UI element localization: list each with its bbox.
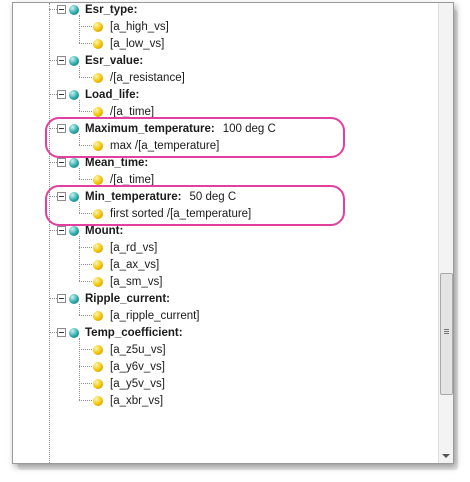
tree-leaf-label: [a_xbr_vs] xyxy=(110,394,164,407)
yellow-sphere-icon xyxy=(93,38,103,49)
tree-connector xyxy=(49,94,57,95)
tree-node-label: Mean_time: xyxy=(85,156,149,169)
highlight-oval xyxy=(45,117,345,158)
tree-connector xyxy=(79,338,80,400)
tree-connector xyxy=(79,315,92,316)
collapse-toggle-icon[interactable] xyxy=(57,328,66,337)
highlight-oval xyxy=(45,185,345,226)
tree-connector xyxy=(79,111,92,112)
tree-connector xyxy=(79,236,80,281)
tree-leaf[interactable]: [a_xbr_vs] xyxy=(93,392,163,409)
tree-leaf[interactable]: [a_high_vs] xyxy=(93,18,169,35)
tree-connector xyxy=(49,230,57,231)
tree-content: Esr_type: [a_high_vs] [a_low_vs] Esr_value:… xyxy=(13,3,439,463)
tree-connector xyxy=(49,298,57,299)
tree-connector xyxy=(79,77,92,78)
yellow-sphere-icon xyxy=(93,361,103,372)
teal-sphere-icon xyxy=(69,157,79,168)
tree-leaf-label: /[a_time] xyxy=(110,105,155,118)
teal-sphere-icon xyxy=(69,225,79,236)
scroll-down-arrow-icon[interactable] xyxy=(442,454,450,458)
tree-trunk xyxy=(49,3,50,463)
tree-node-label: Esr_value: xyxy=(85,54,144,67)
tree-connector xyxy=(79,26,92,27)
tree-connector xyxy=(79,400,92,401)
tree-connector xyxy=(79,304,80,315)
tree-node-label: Temp_coefficient: xyxy=(85,326,183,339)
tree-leaf[interactable]: /[a_resistance] xyxy=(93,69,185,86)
yellow-sphere-icon xyxy=(93,174,103,185)
tree-leaf[interactable]: [a_sm_vs] xyxy=(93,273,162,290)
yellow-sphere-icon xyxy=(93,21,103,32)
yellow-sphere-icon xyxy=(93,242,103,253)
yellow-sphere-icon xyxy=(93,259,103,270)
tree-node[interactable]: Temp_coefficient: xyxy=(57,324,183,341)
scrollbar-thumb[interactable] xyxy=(440,273,453,395)
collapse-toggle-icon[interactable] xyxy=(57,90,66,99)
tree-node[interactable]: Ripple_current: xyxy=(57,290,170,307)
tree-connector xyxy=(49,162,57,163)
yellow-sphere-icon xyxy=(93,72,103,83)
yellow-sphere-icon xyxy=(93,310,103,321)
teal-sphere-icon xyxy=(69,89,79,100)
collapse-toggle-icon[interactable] xyxy=(57,5,66,14)
tree-connector xyxy=(79,43,92,44)
collapse-toggle-icon[interactable] xyxy=(57,56,66,65)
teal-sphere-icon xyxy=(69,293,79,304)
yellow-sphere-icon xyxy=(93,395,103,406)
tree-connector xyxy=(79,100,80,111)
tree-leaf[interactable]: [a_y5v_vs] xyxy=(93,375,165,392)
tree-connector xyxy=(49,332,57,333)
tree-leaf[interactable]: [a_ripple_current] xyxy=(93,307,200,324)
tree-view[interactable]: Esr_type: [a_high_vs] [a_low_vs] Esr_value:… xyxy=(13,3,439,463)
collapse-toggle-icon[interactable] xyxy=(57,158,66,167)
collapse-toggle-icon[interactable] xyxy=(57,226,66,235)
tree-connector xyxy=(79,15,80,43)
tree-leaf-label: [a_ax_vs] xyxy=(110,258,160,271)
teal-sphere-icon xyxy=(69,327,79,338)
tree-connector xyxy=(49,9,57,10)
tree-connector xyxy=(79,281,92,282)
tree-node[interactable]: Load_life: xyxy=(57,86,139,103)
tree-connector xyxy=(79,66,80,77)
collapse-toggle-icon[interactable] xyxy=(57,294,66,303)
tree-connector xyxy=(79,179,92,180)
teal-sphere-icon xyxy=(69,55,79,66)
tree-node[interactable]: Esr_type: xyxy=(57,3,137,18)
tree-node-label: Load_life: xyxy=(85,88,140,101)
tree-connector xyxy=(79,366,92,367)
tree-connector xyxy=(79,349,92,350)
tree-leaf-label: /[a_time] xyxy=(110,173,155,186)
tree-leaf-label: [a_low_vs] xyxy=(110,37,165,50)
tree-node[interactable]: Esr_value: xyxy=(57,52,143,69)
tree-node-label: Esr_type: xyxy=(85,3,138,16)
yellow-sphere-icon xyxy=(93,344,103,355)
tree-leaf-label: [a_rd_vs] xyxy=(110,241,158,254)
tree-view-window: Esr_type: [a_high_vs] [a_low_vs] Esr_value:… xyxy=(12,2,454,464)
tree-leaf[interactable]: [a_rd_vs] xyxy=(93,239,157,256)
tree-leaf-label: [a_ripple_current] xyxy=(110,309,200,322)
tree-connector xyxy=(79,383,92,384)
tree-connector xyxy=(49,60,57,61)
tree-leaf-label: [a_y5v_vs] xyxy=(110,377,165,390)
tree-node-label: Ripple_current: xyxy=(85,292,170,305)
tree-leaf-label: [a_sm_vs] xyxy=(110,275,163,288)
teal-sphere-icon xyxy=(69,4,79,15)
tree-leaf[interactable]: [a_z5u_vs] xyxy=(93,341,166,358)
tree-leaf[interactable]: [a_y6v_vs] xyxy=(93,358,165,375)
tree-leaf-label: /[a_resistance] xyxy=(110,71,185,84)
tree-connector xyxy=(79,247,92,248)
tree-leaf-label: [a_z5u_vs] xyxy=(110,343,166,356)
tree-leaf[interactable]: [a_ax_vs] xyxy=(93,256,159,273)
tree-leaf-label: [a_y6v_vs] xyxy=(110,360,165,373)
tree-leaf-label: [a_high_vs] xyxy=(110,20,169,33)
tree-node-label: Mount: xyxy=(85,224,124,237)
yellow-sphere-icon xyxy=(93,106,103,117)
yellow-sphere-icon xyxy=(93,276,103,287)
yellow-sphere-icon xyxy=(93,378,103,389)
tree-connector xyxy=(79,168,80,179)
tree-connector xyxy=(79,264,92,265)
tree-leaf[interactable]: [a_low_vs] xyxy=(93,35,164,52)
vertical-scrollbar[interactable] xyxy=(438,3,453,463)
